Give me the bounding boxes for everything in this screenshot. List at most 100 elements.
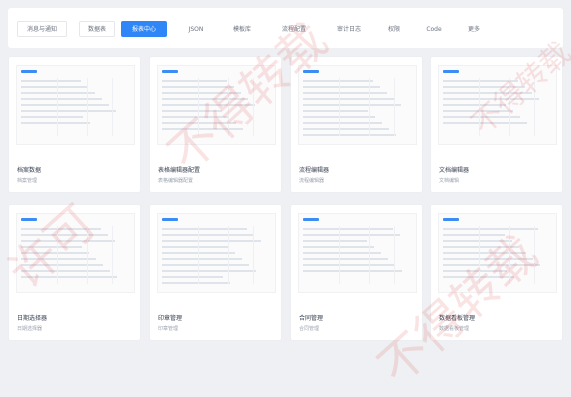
card-thumbnail xyxy=(16,213,135,293)
card-title: 档案数据 xyxy=(17,167,42,174)
thumbnail-row xyxy=(21,122,90,124)
thumbnail-row xyxy=(443,264,540,266)
thumbnail-header xyxy=(303,70,319,73)
thumbnail-row xyxy=(162,258,242,260)
thumbnail-row xyxy=(162,122,236,124)
tab-item-9[interactable]: 更多 xyxy=(458,21,490,37)
thumbnail-column xyxy=(394,226,395,284)
thumbnail-column xyxy=(228,78,229,136)
thumbnail-column xyxy=(253,226,254,284)
tab-item-2[interactable]: 报表中心 xyxy=(121,21,167,37)
thumbnail-row xyxy=(21,240,115,242)
thumbnail-row xyxy=(21,228,101,230)
thumbnail-row xyxy=(303,98,394,100)
thumbnail-column xyxy=(87,78,88,136)
card-0[interactable]: 档案数据 档案管理 xyxy=(8,56,141,193)
card-3[interactable]: 文档编辑器 文档编辑 xyxy=(430,56,563,193)
thumbnail-column xyxy=(479,78,480,136)
card-title: 数据看板管理 xyxy=(439,315,476,322)
thumbnail-row xyxy=(443,80,518,82)
card-thumbnail xyxy=(298,213,417,293)
card-7[interactable]: 数据看板管理 数据看板管理 xyxy=(430,204,563,341)
thumbnail-row xyxy=(443,270,507,272)
thumbnail-column xyxy=(198,78,199,136)
thumbnail-column xyxy=(534,78,535,136)
card-2[interactable]: 流程编辑器 流程编辑器 xyxy=(290,56,423,193)
thumbnail-row xyxy=(443,252,526,254)
thumbnail-row xyxy=(162,246,228,248)
thumbnail-row xyxy=(21,270,110,272)
thumbnail-row xyxy=(443,110,513,112)
thumbnail-row xyxy=(303,240,367,242)
thumbnail-column xyxy=(369,78,370,136)
thumbnail-header xyxy=(443,70,459,73)
thumbnail-row xyxy=(21,264,103,266)
card-6[interactable]: 合同管理 合同管理 xyxy=(290,204,423,341)
thumbnail-row xyxy=(162,128,243,130)
thumbnail-row xyxy=(21,86,88,88)
thumbnail-row xyxy=(303,234,400,236)
thumbnail-row xyxy=(21,258,96,260)
card-subtitle: 档案管理 xyxy=(17,178,38,184)
thumbnail-column xyxy=(57,226,58,284)
thumbnail-row xyxy=(303,92,387,94)
card-5[interactable]: 印章管理 印章管理 xyxy=(149,204,282,341)
thumbnail-row xyxy=(162,234,254,236)
thumbnail-row xyxy=(443,240,512,242)
thumbnail-row xyxy=(162,92,241,94)
card-thumbnail xyxy=(438,213,557,293)
tab-item-0[interactable]: 消息与通知 xyxy=(17,21,67,37)
card-title: 印章管理 xyxy=(158,315,183,322)
thumbnail-row xyxy=(303,128,389,130)
thumbnail-column xyxy=(228,226,229,284)
card-title: 合同管理 xyxy=(299,315,324,322)
card-4[interactable]: 日期选择器 日期选择器 xyxy=(8,204,141,341)
thumbnail-row xyxy=(162,110,222,112)
thumbnail-column xyxy=(112,226,113,284)
thumbnail-row xyxy=(21,80,81,82)
thumbnail-header xyxy=(21,70,37,73)
thumbnail-header xyxy=(303,218,319,221)
thumbnail-row xyxy=(303,80,373,82)
thumbnail-row xyxy=(21,110,116,112)
thumbnail-row xyxy=(303,134,396,136)
tab-item-4[interactable]: 模板库 xyxy=(222,21,262,37)
thumbnail-column xyxy=(198,226,199,284)
thumbnail-row xyxy=(21,246,82,248)
thumbnail-column xyxy=(534,226,535,284)
thumbnail-row xyxy=(303,264,395,266)
thumbnail-row xyxy=(443,234,505,236)
thumbnail-row xyxy=(21,276,117,278)
thumbnail-column xyxy=(253,78,254,136)
thumbnail-row xyxy=(303,270,402,272)
card-grid: 档案数据 档案管理 表格编辑器配置 表格编辑器配置 流程编辑器 流程编辑器 文档… xyxy=(8,56,563,348)
thumbnail-row xyxy=(443,86,525,88)
thumbnail-row xyxy=(21,92,95,94)
tab-item-5[interactable]: 流程配置 xyxy=(270,21,318,37)
thumbnail-row xyxy=(21,234,108,236)
thumbnail-column xyxy=(339,226,340,284)
thumbnail-column xyxy=(339,78,340,136)
card-title: 日期选择器 xyxy=(17,315,48,322)
thumbnail-row xyxy=(443,122,527,124)
thumbnail-row xyxy=(162,270,256,272)
thumbnail-row xyxy=(303,258,388,260)
tab-item-6[interactable]: 审计日志 xyxy=(326,21,372,37)
card-subtitle: 表格编辑器配置 xyxy=(158,178,194,184)
card-title: 流程编辑器 xyxy=(299,167,330,174)
thumbnail-row xyxy=(162,282,230,284)
tab-item-1[interactable]: 数据表 xyxy=(79,21,115,37)
tab-item-3[interactable]: JSON xyxy=(176,21,216,37)
thumbnail-row xyxy=(303,104,401,106)
tab-item-8[interactable]: Code xyxy=(416,21,452,37)
thumbnail-row xyxy=(162,98,248,100)
card-thumbnail xyxy=(298,65,417,145)
thumbnail-row xyxy=(162,276,223,278)
thumbnail-row xyxy=(303,122,382,124)
card-subtitle: 合同管理 xyxy=(299,326,320,332)
thumbnail-column xyxy=(479,226,480,284)
thumbnail-column xyxy=(394,78,395,136)
tab-item-7[interactable]: 权限 xyxy=(378,21,410,37)
card-1[interactable]: 表格编辑器配置 表格编辑器配置 xyxy=(149,56,282,193)
thumbnail-row xyxy=(443,228,538,230)
